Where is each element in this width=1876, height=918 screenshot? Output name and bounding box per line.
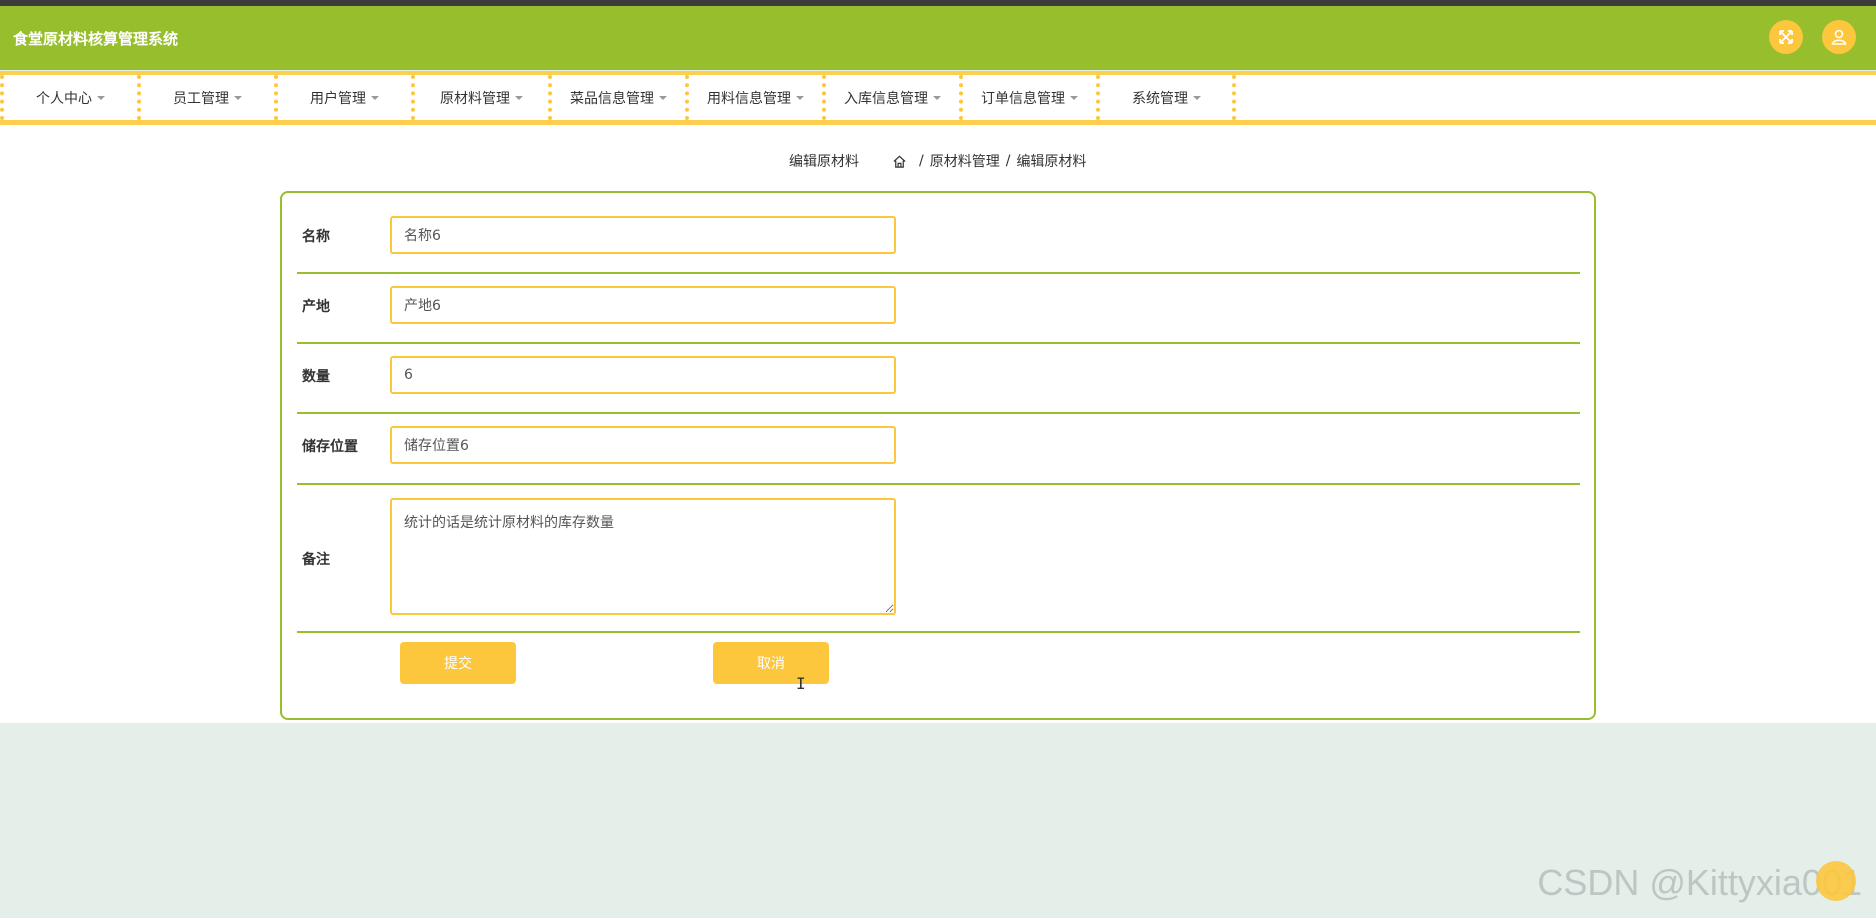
nav-item-raw-materials[interactable]: 原材料管理 <box>411 75 548 120</box>
nav-label: 菜品信息管理 <box>570 90 654 107</box>
user-menu-button[interactable] <box>1822 20 1856 54</box>
fullscreen-button[interactable] <box>1769 20 1803 54</box>
caret-down-icon <box>234 95 242 100</box>
nav-label: 个人中心 <box>36 90 92 107</box>
page-title: 编辑原材料 <box>789 154 859 170</box>
caret-down-icon <box>515 95 523 100</box>
nav-item-staff[interactable]: 员工管理 <box>137 75 274 120</box>
fullscreen-icon <box>1779 30 1793 44</box>
form-row-quantity: 数量 <box>297 344 1580 414</box>
edit-form: 名称 产地 数量 储存位置 备注 统计的话是统计原材料的库存数量 提交 取消 I <box>280 191 1596 720</box>
origin-label: 产地 <box>302 299 330 315</box>
nav-item-personal-center[interactable]: 个人中心 <box>0 75 137 120</box>
nav-label: 订单信息管理 <box>981 90 1065 107</box>
nav-item-system[interactable]: 系统管理 <box>1096 75 1233 120</box>
breadcrumb-edit: 编辑原材料 <box>1016 154 1087 170</box>
caret-down-icon <box>1193 95 1201 100</box>
breadcrumb-separator: / <box>1005 153 1011 169</box>
form-row-origin: 产地 <box>297 274 1580 344</box>
main-content: 编辑原材料 / 原材料管理 / 编辑原材料 名称 产地 数量 储存位置 备注 统… <box>0 125 1876 723</box>
quantity-input[interactable] <box>390 356 896 394</box>
remark-textarea[interactable]: 统计的话是统计原材料的库存数量 <box>390 498 896 615</box>
nav-label: 系统管理 <box>1132 90 1188 107</box>
form-row-name: 名称 <box>297 193 1580 274</box>
breadcrumb: / 原材料管理 / 编辑原材料 <box>892 151 1086 171</box>
nav-item-ingredient-usage[interactable]: 用料信息管理 <box>685 75 822 120</box>
origin-input[interactable] <box>390 286 896 324</box>
nav-label: 用户管理 <box>310 90 366 107</box>
cancel-button[interactable]: 取消 <box>713 642 829 684</box>
nav-item-users[interactable]: 用户管理 <box>274 75 411 120</box>
floating-action-button[interactable] <box>1816 861 1856 901</box>
name-label: 名称 <box>302 229 330 245</box>
form-row-remark: 备注 统计的话是统计原材料的库存数量 <box>297 485 1580 633</box>
breadcrumb-separator: / <box>919 153 924 169</box>
submit-button[interactable]: 提交 <box>400 642 516 684</box>
nav-label: 用料信息管理 <box>707 90 791 107</box>
breadcrumb-raw-materials[interactable]: 原材料管理 <box>930 151 1000 171</box>
app-title: 食堂原材料核算管理系统 <box>13 30 179 48</box>
remark-label: 备注 <box>302 552 330 568</box>
nav-label: 原材料管理 <box>440 90 510 107</box>
user-icon <box>1831 29 1847 45</box>
watermark: CSDN @Kittyxia001 <box>1537 862 1862 903</box>
nav-item-stock-in[interactable]: 入库信息管理 <box>822 75 959 120</box>
nav-divider <box>1232 75 1236 120</box>
nav-label: 员工管理 <box>173 90 229 107</box>
home-icon[interactable] <box>892 154 907 169</box>
caret-down-icon <box>371 95 379 100</box>
caret-down-icon <box>659 95 667 100</box>
storage-input[interactable] <box>390 426 896 464</box>
app-header: 食堂原材料核算管理系统 <box>0 6 1876 70</box>
name-input[interactable] <box>390 216 896 254</box>
nav-item-orders[interactable]: 订单信息管理 <box>959 75 1096 120</box>
caret-down-icon <box>796 95 804 100</box>
caret-down-icon <box>1070 95 1078 100</box>
text-cursor-icon: I <box>796 674 806 693</box>
nav-item-dishes[interactable]: 菜品信息管理 <box>548 75 685 120</box>
top-nav: 个人中心 员工管理 用户管理 原材料管理 菜品信息管理 用料信息管理 入库信息管… <box>0 71 1876 125</box>
quantity-label: 数量 <box>302 369 330 385</box>
caret-down-icon <box>933 95 941 100</box>
storage-label: 储存位置 <box>302 439 358 455</box>
caret-down-icon <box>97 95 105 100</box>
nav-label: 入库信息管理 <box>844 90 928 107</box>
form-row-storage: 储存位置 <box>297 414 1580 485</box>
